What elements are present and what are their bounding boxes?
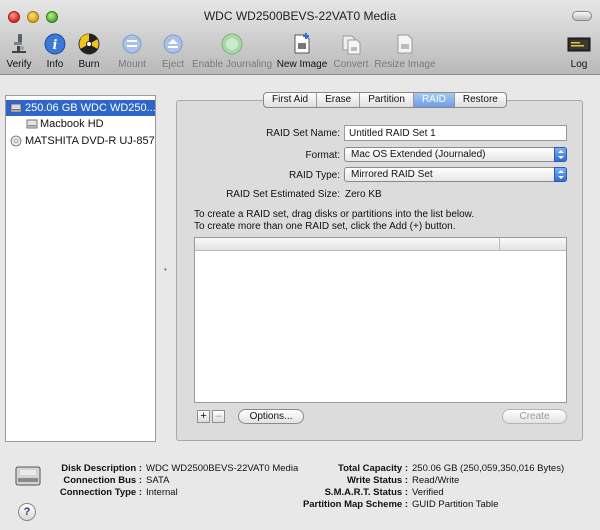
toolbar-enable-journaling-button[interactable]: Enable Journaling [192, 30, 272, 72]
disk-list-item[interactable]: 250.06 GB WDC WD250... [6, 100, 155, 116]
create-button[interactable]: Create [502, 409, 567, 424]
microscope-icon [12, 34, 26, 53]
raid-instructions-line-1: To create a RAID set, drag disks or part… [194, 209, 475, 220]
partition-map-scheme-label: Partition Map Scheme : [302, 499, 408, 510]
toolbar-burn-button[interactable]: Burn [72, 30, 106, 72]
toolbar-log-button[interactable]: Log [562, 30, 596, 72]
raid-set-name-input[interactable] [344, 125, 567, 141]
raid-type-popup[interactable]: Mirrored RAID Set [344, 167, 567, 182]
partition-map-scheme-value: GUID Partition Table [412, 499, 499, 510]
window-title: WDC WD2500BEVS-22VAT0 Media [203, 9, 397, 23]
hard-disk-icon [10, 103, 22, 113]
convert-icon [342, 35, 361, 55]
hard-disk-icon [15, 466, 41, 486]
burn-icon [78, 33, 100, 55]
tab-partition[interactable]: Partition [360, 93, 414, 107]
options-button[interactable]: Options... [238, 409, 304, 424]
add-raid-set-button[interactable]: + [197, 410, 210, 423]
tab-first-aid[interactable]: First Aid [264, 93, 318, 107]
disk-description-label: Disk Description : [61, 463, 142, 474]
help-button[interactable]: ? [18, 503, 36, 521]
toolbar-eject-button[interactable]: Eject [156, 30, 190, 72]
raid-size-label: RAID Set Estimated Size: [226, 189, 340, 200]
connection-bus-value: SATA [146, 475, 170, 486]
info-icon: i [44, 33, 66, 55]
toolbar-resize-image-button[interactable]: Resize Image [374, 30, 436, 72]
new-image-icon [294, 33, 310, 54]
total-capacity-label: Total Capacity : [337, 463, 408, 474]
remove-raid-set-button[interactable]: – [212, 410, 225, 423]
toolbar-mount-button[interactable]: Mount [113, 30, 151, 72]
toolbar-convert-button[interactable]: Convert [331, 30, 371, 72]
connection-bus-label: Connection Bus : [63, 475, 142, 486]
log-icon [567, 37, 591, 52]
toolbar-verify-button[interactable]: Verify [2, 30, 36, 72]
toolbar-info-button[interactable]: i Info [38, 30, 72, 72]
tab-restore[interactable]: Restore [455, 93, 506, 107]
disk-list[interactable]: 250.06 GB WDC WD250... Macbook HD MATSHI… [5, 95, 156, 442]
tab-erase[interactable]: Erase [317, 93, 361, 107]
tab-bar: First Aid Erase Partition RAID Restore [263, 92, 507, 108]
raid-list-column-divider [499, 238, 500, 251]
disk-list-item[interactable]: MATSHITA DVD-R UJ-857E [6, 133, 155, 149]
split-view-handle[interactable]: • [164, 265, 167, 274]
disk-list-item[interactable]: Macbook HD [6, 116, 155, 132]
raid-list-header [195, 238, 566, 251]
popup-arrows-icon [554, 167, 567, 182]
mount-icon [122, 34, 142, 54]
raid-type-popup-value: Mirrored RAID Set [351, 169, 433, 180]
svg-text:i: i [53, 38, 58, 53]
connection-type-label: Connection Type : [59, 487, 142, 498]
eject-icon [163, 34, 183, 54]
disk-description-value: WDC WD2500BEVS-22VAT0 Media [146, 463, 299, 474]
write-status-label: Write Status : [346, 475, 408, 486]
total-capacity-value: 250.06 GB (250,059,350,016 Bytes) [412, 463, 565, 474]
popup-arrows-icon [554, 147, 567, 162]
window-titlebar: WDC WD2500BEVS-22VAT0 Media Verify i Inf… [0, 0, 600, 75]
smart-status-value: Verified [412, 487, 444, 498]
toolbar-toggle-button[interactable] [572, 11, 592, 21]
raid-instructions-line-2: To create more than one RAID set, click … [194, 221, 456, 232]
raid-members-list[interactable] [194, 237, 567, 403]
volume-icon [26, 119, 38, 129]
format-label: Format: [305, 150, 340, 161]
journal-icon [221, 33, 243, 55]
tab-raid[interactable]: RAID [413, 93, 455, 107]
write-status-value: Read/Write [412, 475, 460, 486]
resize-image-icon [397, 34, 413, 54]
toolbar-new-image-button[interactable]: New Image [276, 30, 328, 72]
format-popup-value: Mac OS Extended (Journaled) [351, 149, 486, 160]
raid-size-value: Zero KB [345, 189, 382, 200]
smart-status-label: S.M.A.R.T. Status : [324, 487, 408, 498]
connection-type-value: Internal [146, 487, 178, 498]
raid-type-label: RAID Type: [289, 170, 340, 181]
format-popup[interactable]: Mac OS Extended (Journaled) [344, 147, 567, 162]
raid-set-name-label: RAID Set Name: [266, 128, 340, 139]
optical-drive-icon [10, 135, 22, 147]
